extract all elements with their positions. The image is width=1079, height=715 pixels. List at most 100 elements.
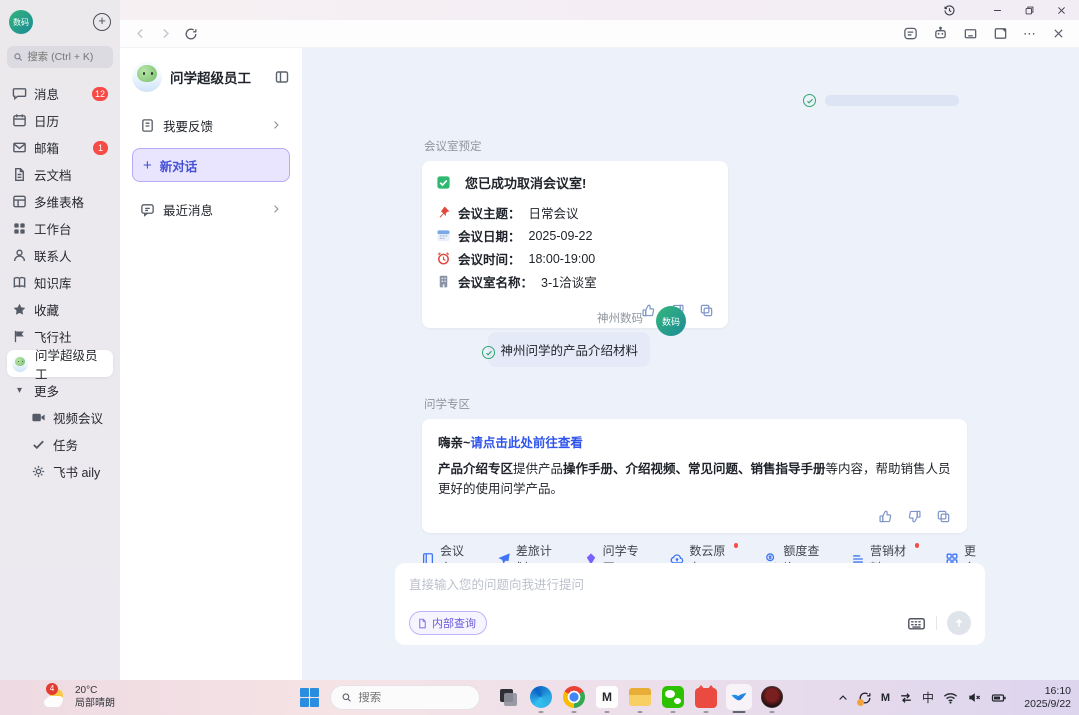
collapse-panel-icon[interactable] [274,69,290,85]
history-icon[interactable] [933,0,965,20]
user-avatar[interactable]: 数码 [9,10,33,34]
m-tray-icon[interactable]: M [881,692,890,704]
collapsed-message [803,94,959,107]
sidebar-item-workbench[interactable]: 工作台 [7,215,113,242]
sidebar-item-tasks[interactable]: 任务 [7,431,113,458]
ime-indicator[interactable]: 中 [922,689,934,706]
obs-app-icon[interactable] [759,684,785,710]
row-value: 3-1洽谈室 [541,272,597,291]
search-icon [341,691,352,704]
system-tray: M 中 [837,680,1007,715]
row-label: 会议主题： [458,203,521,222]
restore-button[interactable] [1013,0,1045,20]
zone-link[interactable]: 请点击此处前往查看 [470,436,583,450]
sidebar-item-wenxue-bot[interactable]: 问学超级员工 [7,350,113,377]
wifi-icon[interactable] [943,690,958,705]
recent-messages-item[interactable]: 最近消息 [132,192,290,226]
sidebar-item-label: 收藏 [34,300,59,319]
recent-chat-icon [140,202,155,217]
taskbar-apps: M [495,684,785,710]
redcat-app-icon[interactable] [693,684,719,710]
sender-name: 会议室预定 [424,138,728,154]
internal-query-chip[interactable]: 内部查询 [409,611,487,635]
read-check-icon [482,346,495,359]
task-view-icon[interactable] [495,684,521,710]
feishu-icon[interactable] [726,684,752,710]
sidebar-item-calendar[interactable]: 日历 [7,107,113,134]
plus-icon: + [143,157,152,174]
video-icon [31,410,46,425]
robot-icon[interactable] [933,26,948,41]
arrows-tray-icon[interactable] [899,691,913,705]
global-search[interactable] [7,46,113,68]
sidebar-item-messages[interactable]: 消息 12 [7,80,113,107]
sidebar-item-label: 视频会议 [53,408,103,427]
close-button[interactable] [1045,0,1077,20]
clock[interactable]: 16:10 2025/9/22 [1024,685,1071,711]
sidebar-item-contacts[interactable]: 联系人 [7,242,113,269]
divider [936,616,937,630]
taskbar-search-input[interactable] [358,692,469,704]
left-rail: 数码 + 消息 12 日历 邮箱 1 云文档 多维表格 [0,0,120,680]
row-value: 日常会议 [529,203,579,222]
sidebar-item-favorites[interactable]: 收藏 [7,296,113,323]
taskbar-search[interactable] [330,685,480,710]
volume-muted-icon[interactable] [967,690,982,705]
row-label: 会议时间： [458,249,521,268]
weather-icon: 4 [42,685,68,709]
search-input[interactable] [27,51,107,63]
weather-condition: 局部晴朗 [75,698,115,709]
emoji-chat-icon[interactable] [903,26,918,41]
row-value: 2025-09-22 [529,229,593,243]
check-icon [31,437,46,452]
battery-icon[interactable] [991,690,1007,706]
composer: 内部查询 [395,563,985,645]
feedback-item[interactable]: 我要反馈 [132,108,290,142]
user-avatar[interactable]: 数码 [656,306,686,336]
chrome-icon[interactable] [561,684,587,710]
file-explorer-icon[interactable] [627,684,653,710]
sidebar-item-video-meeting[interactable]: 视频会议 [7,404,113,431]
refresh-icon[interactable] [184,27,198,41]
gear-icon [31,464,46,479]
back-icon[interactable] [134,27,147,40]
tray-expand-icon[interactable] [837,692,849,704]
time-text: 16:10 [1045,685,1071,697]
window-icon[interactable] [963,26,978,41]
row-label: 会议日期： [458,226,521,245]
weather-widget[interactable]: 4 20°C 局部晴朗 [42,684,115,710]
message-input[interactable] [409,574,971,604]
copy-icon[interactable] [936,509,951,524]
start-button[interactable] [300,688,319,707]
new-chat-button[interactable]: + 新对话 [132,148,290,182]
sidebar-item-mail[interactable]: 邮箱 1 [7,134,113,161]
sidebar-item-aily[interactable]: 飞书 aily [7,458,113,485]
sidebar-item-more[interactable]: ▾ 更多 [7,377,113,404]
send-button[interactable] [947,611,971,635]
thumbs-down-icon[interactable] [907,509,922,524]
arrow-up-icon [953,617,965,629]
notification-dot [915,543,919,548]
sidebar-item-label: 工作台 [34,219,72,238]
forward-icon[interactable] [159,27,172,40]
sync-tray-icon[interactable] [858,691,872,705]
sidebar-item-label: 多维表格 [34,192,84,211]
mail-icon [12,140,27,155]
close-chat-icon[interactable] [1052,27,1065,40]
thumbs-up-icon[interactable] [878,509,893,524]
sidebar-item-wiki[interactable]: 知识库 [7,269,113,296]
alarm-clock-icon [436,251,451,266]
sidebar-item-label: 消息 [34,84,59,103]
keyboard-icon[interactable] [907,614,926,633]
m-app-icon[interactable]: M [594,684,620,710]
layout-pin-icon[interactable] [993,26,1008,41]
message-skeleton-bar [825,95,959,106]
more-icon[interactable]: ⋯ [1023,26,1037,42]
sidebar-item-docs[interactable]: 云文档 [7,161,113,188]
minimize-button[interactable] [981,0,1013,20]
wechat-icon[interactable] [660,684,686,710]
edge-icon[interactable] [528,684,554,710]
add-icon[interactable]: + [93,13,111,31]
sidebar-item-base[interactable]: 多维表格 [7,188,113,215]
doc-small-icon [417,618,428,629]
